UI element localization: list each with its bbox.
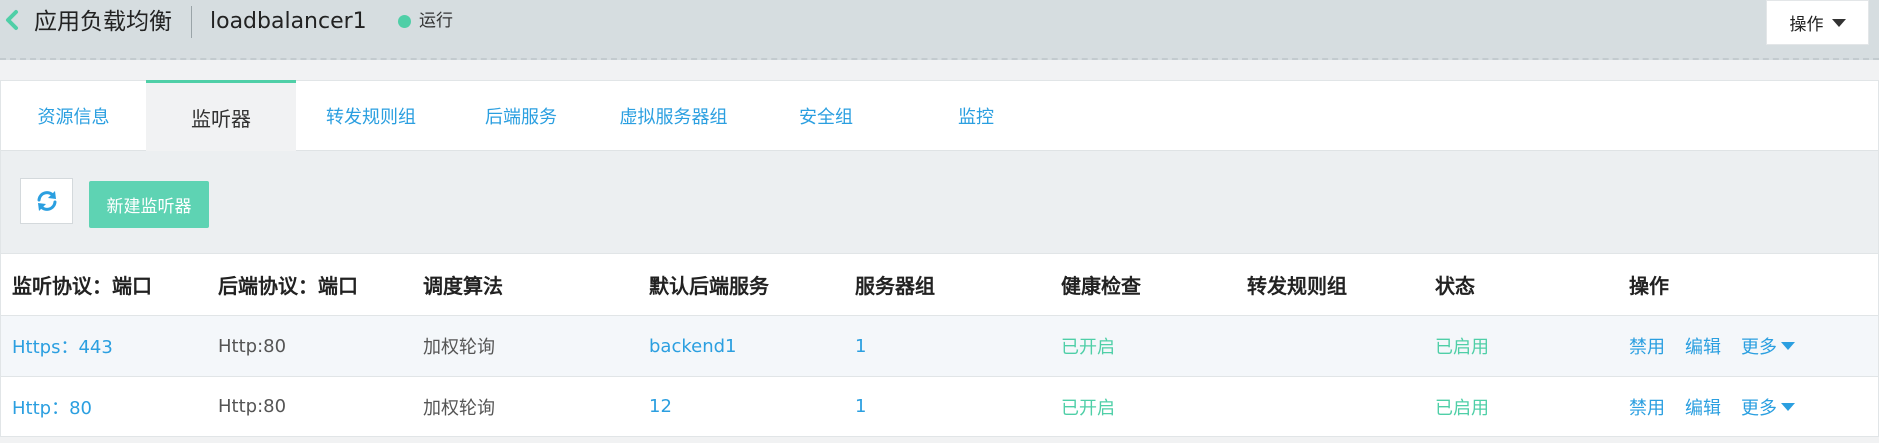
listener-status: 已启用 [1435,397,1489,419]
more-label: 更多 [1741,337,1777,358]
backend-protocol: Http:80 [218,335,287,357]
listener-link[interactable]: Http：80 [12,377,92,436]
default-backend-link[interactable]: 12 [649,377,672,436]
tab-bar: 资源信息 监听器 转发规则组 后端服务 虚拟服务器组 安全组 监控 [1,80,1878,151]
caret-down-icon [1781,342,1795,350]
tab-virtual-server-groups[interactable]: 虚拟服务器组 [596,81,751,151]
column-header: 状态 [1435,274,1475,298]
refresh-icon [37,191,56,211]
server-group-link[interactable]: 1 [855,316,866,376]
column-header: 后端协议：端口 [218,274,358,298]
column-header: 默认后端服务 [649,274,769,298]
tab-forwarding-rule-groups[interactable]: 转发规则组 [296,81,446,151]
status-text: 运行 [419,11,453,31]
row-actions: 禁用 编辑 更多 [1629,377,1795,436]
operations-dropdown-button[interactable]: 操作 [1766,0,1869,45]
back-chevron-icon[interactable] [2,8,22,32]
column-header: 监听协议：端口 [12,274,152,298]
more-dropdown[interactable]: 更多 [1741,333,1795,359]
top-bar: 应用负载均衡 loadbalancer1 运行 操作 [0,0,1879,60]
health-check-status: 已开启 [1061,337,1115,358]
toolbar: 新建监听器 [1,151,1878,254]
listener-link[interactable]: Https：443 [12,316,113,376]
operations-label: 操作 [1789,15,1824,35]
table-row: Http：80 Http:80 加权轮询 12 1 已开启 已启用 禁用 编辑 … [1,376,1878,437]
app-title: 应用负载均衡 [34,9,172,35]
health-check-status: 已开启 [1061,397,1115,419]
table-header-row: 监听协议：端口 后端协议：端口 调度算法 默认后端服务 服务器组 健康检查 转发… [1,253,1878,315]
listener-panel: 资源信息 监听器 转发规则组 后端服务 虚拟服务器组 安全组 监控 新建监听器 … [0,80,1879,437]
status-dot-icon [398,15,411,28]
tab-resource-info[interactable]: 资源信息 [1,81,146,151]
tab-backend-services[interactable]: 后端服务 [446,81,596,151]
load-balancer-name: loadbalancer1 [210,9,367,34]
column-header: 转发规则组 [1247,274,1347,298]
listener-status: 已启用 [1435,337,1489,358]
tab-listeners[interactable]: 监听器 [146,80,296,151]
scheduling-algorithm: 加权轮询 [423,337,495,358]
edit-button[interactable]: 编辑 [1685,394,1721,420]
listener-table: 监听协议：端口 后端协议：端口 调度算法 默认后端服务 服务器组 健康检查 转发… [1,253,1878,437]
column-header: 健康检查 [1061,274,1141,298]
tab-monitoring[interactable]: 监控 [901,81,1051,151]
title-divider [191,6,192,38]
refresh-button[interactable] [20,178,73,224]
disable-button[interactable]: 禁用 [1629,333,1665,359]
more-dropdown[interactable]: 更多 [1741,394,1795,420]
caret-down-icon [1781,402,1795,411]
tab-security-groups[interactable]: 安全组 [751,81,901,151]
edit-button[interactable]: 编辑 [1685,333,1721,359]
row-actions: 禁用 编辑 更多 [1629,316,1795,376]
column-header: 调度算法 [423,274,503,298]
table-row: Https：443 Http:80 加权轮询 backend1 1 已开启 已启… [1,315,1878,376]
backend-protocol: Http:80 [218,396,287,417]
caret-down-icon [1831,18,1846,27]
scheduling-algorithm: 加权轮询 [423,397,495,419]
column-header: 操作 [1629,274,1669,298]
more-label: 更多 [1741,397,1777,419]
server-group-link[interactable]: 1 [855,377,866,436]
disable-button[interactable]: 禁用 [1629,394,1665,420]
default-backend-link[interactable]: backend1 [649,316,737,376]
new-listener-button[interactable]: 新建监听器 [89,181,209,228]
column-header: 服务器组 [855,274,935,298]
